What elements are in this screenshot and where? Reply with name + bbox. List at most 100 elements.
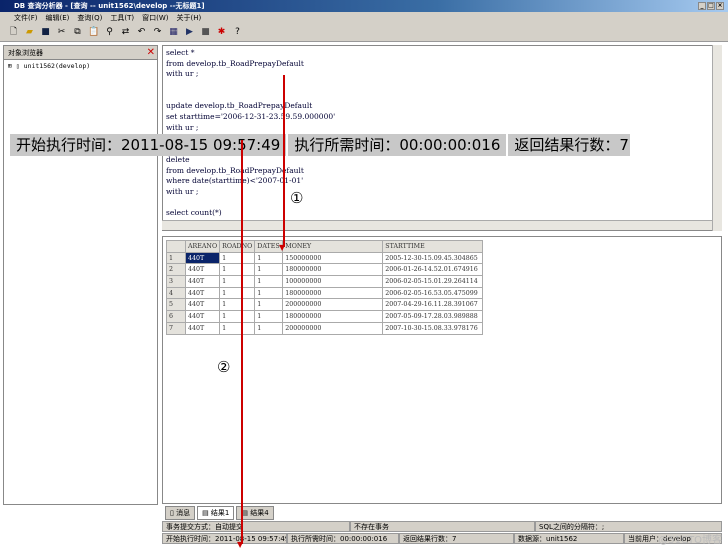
- commit-mode: 事务提交方式：自动提交: [162, 521, 350, 532]
- status-start-time: 开始执行时间：2011-08-15 09:57:49: [162, 533, 287, 544]
- cut-icon[interactable]: ✂: [56, 27, 67, 38]
- find-icon[interactable]: ⚲: [104, 27, 115, 38]
- table-cell[interactable]: 1: [254, 321, 284, 335]
- menu-about[interactable]: 关于(H): [177, 14, 202, 22]
- table-cell[interactable]: 200000000: [282, 321, 384, 335]
- table-cell[interactable]: 1: [254, 310, 284, 323]
- table-cell[interactable]: 2006-02-05-15.01.29.264114: [382, 275, 484, 288]
- table-cell[interactable]: 2007-05-09-17.28.03.989888: [382, 310, 484, 323]
- table-cell[interactable]: 180000000: [282, 286, 384, 300]
- column-header[interactable]: ROADNO: [219, 240, 256, 253]
- table-row[interactable]: 4 440T 1 1 180000000 2006-02-05-16.53.05.4750…: [166, 286, 484, 300]
- table-row[interactable]: 7 440T 1 1 200000000 2007-10-30-15.08.33.9781…: [166, 321, 484, 335]
- table-row[interactable]: 3 440T 1 1 100000000 2006-02-05-15.01.29.2641…: [166, 275, 484, 288]
- debug-icon[interactable]: ✱: [216, 27, 227, 38]
- table-cell[interactable]: 1: [254, 263, 284, 277]
- table-cell[interactable]: 2006-02-05-16.53.05.475099: [382, 286, 484, 300]
- annotation-arrow-2: [241, 140, 243, 544]
- column-header[interactable]: [166, 240, 186, 253]
- table-cell[interactable]: 180000000: [282, 263, 384, 277]
- table-cell[interactable]: 2007-04-29-16.11.28.391067: [382, 298, 484, 312]
- table-cell[interactable]: 150000000: [282, 251, 384, 265]
- editor-line: delete: [166, 154, 190, 164]
- table-cell[interactable]: 2: [166, 263, 186, 277]
- banner-elapsed-time: 执行所需时间：00:00:00:016: [288, 134, 509, 156]
- table-cell[interactable]: 1: [219, 310, 256, 323]
- tab-result1[interactable]: ▤ 结果1: [197, 506, 235, 520]
- save-icon[interactable]: ■: [40, 27, 51, 38]
- open-folder-icon[interactable]: ▰: [24, 27, 35, 38]
- horizontal-scrollbar[interactable]: [162, 220, 712, 230]
- table-cell[interactable]: 2005-12-30-15.09.45.304865: [382, 251, 484, 265]
- menu-file[interactable]: 文件(F): [14, 14, 38, 22]
- table-cell[interactable]: 1: [254, 251, 284, 265]
- table-cell[interactable]: 440T: [184, 275, 221, 288]
- table-cell[interactable]: 180000000: [282, 310, 384, 323]
- grid-icon[interactable]: ▦: [168, 27, 179, 38]
- tab-messages[interactable]: ▯ 消息: [165, 506, 196, 520]
- table-cell[interactable]: 1: [166, 251, 186, 265]
- column-header[interactable]: STARTTIME: [382, 240, 484, 253]
- table-cell[interactable]: 5: [166, 298, 186, 312]
- table-cell[interactable]: 100000000: [282, 275, 384, 288]
- table-cell[interactable]: 200000000: [282, 298, 384, 312]
- menu-tools[interactable]: 工具(T): [110, 14, 134, 22]
- menu-query[interactable]: 查询(Q): [77, 14, 102, 22]
- redo-icon[interactable]: ↷: [152, 27, 163, 38]
- table-cell[interactable]: 440T: [184, 286, 221, 300]
- help-icon[interactable]: ?: [232, 27, 243, 38]
- table-cell[interactable]: 440T: [184, 263, 221, 277]
- maximize-button[interactable]: □: [707, 2, 715, 10]
- table-cell[interactable]: 1: [219, 251, 256, 265]
- minimize-button[interactable]: _: [698, 2, 706, 10]
- menu-edit[interactable]: 编辑(E): [46, 14, 70, 22]
- new-file-icon[interactable]: 🗋: [8, 27, 19, 38]
- table-cell[interactable]: 1: [219, 298, 256, 312]
- table-row[interactable]: 2 440T 1 1 180000000 2006-01-26-14.52.01.6749…: [166, 263, 484, 277]
- toolbar: 🗋 ▰ ■ ✂ ⧉ 📋 ⚲ ⇄ ↶ ↷ ▦ ▶ ■ ✱?: [0, 24, 728, 42]
- menu-bar: 文件(F) 编辑(E) 查询(Q) 工具(T) 窗口(W) 关于(H): [0, 12, 728, 24]
- tree-item[interactable]: ⊞ ▯ unit1562(develop): [4, 60, 157, 72]
- table-cell[interactable]: 1: [219, 275, 256, 288]
- column-header[interactable]: MONEY: [282, 240, 384, 253]
- table-cell[interactable]: 7: [166, 321, 186, 335]
- table-cell[interactable]: 3: [166, 275, 186, 288]
- table-cell[interactable]: 2006-01-26-14.52.01.674916: [382, 263, 484, 277]
- annotation-arrow-1: [283, 75, 285, 247]
- table-cell[interactable]: 1: [254, 286, 284, 300]
- editor-line: from develop.tb_RoadPrepayDefault: [166, 58, 304, 68]
- table-cell[interactable]: 6: [166, 310, 186, 323]
- close-icon[interactable]: ✕: [147, 47, 155, 58]
- table-cell[interactable]: 1: [219, 263, 256, 277]
- results-grid: AREANO ROADNO DATES MONEY STARTTIME 1 440T 1 1 15…: [162, 236, 722, 504]
- table-row[interactable]: 6 440T 1 1 180000000 2007-05-09-17.28.03.9898…: [166, 310, 484, 323]
- close-button[interactable]: ×: [716, 2, 724, 10]
- copy-icon[interactable]: ⧉: [72, 27, 83, 38]
- vertical-scrollbar[interactable]: [712, 45, 722, 231]
- column-header[interactable]: AREANO: [184, 240, 221, 253]
- table-cell[interactable]: 1: [219, 321, 256, 335]
- table-cell[interactable]: 4: [166, 286, 186, 300]
- table-cell[interactable]: 440T: [184, 251, 221, 265]
- table-cell[interactable]: 440T: [184, 321, 221, 335]
- run-icon[interactable]: ▶: [184, 27, 195, 38]
- menu-window[interactable]: 窗口(W): [142, 14, 168, 22]
- replace-icon[interactable]: ⇄: [120, 27, 131, 38]
- table-cell[interactable]: 1: [219, 286, 256, 300]
- result-tabs: ▯ 消息 ▤ 结果1 ▤ 结果4: [165, 506, 274, 520]
- table-row[interactable]: 5 440T 1 1 200000000 2007-04-29-16.11.28.3910…: [166, 298, 484, 312]
- table-cell[interactable]: 440T: [184, 310, 221, 323]
- editor-line: with ur ;: [166, 122, 199, 132]
- table-cell[interactable]: 2007-10-30-15.08.33.978176: [382, 321, 484, 335]
- stop-icon[interactable]: ■: [200, 27, 211, 38]
- table-cell[interactable]: 440T: [184, 298, 221, 312]
- arrow-head-icon: ▼: [279, 243, 286, 252]
- table-cell[interactable]: 1: [254, 275, 284, 288]
- table-row[interactable]: 1 440T 1 1 150000000 2005-12-30-15.09.45.3048…: [166, 251, 484, 265]
- table-cell[interactable]: 1: [254, 298, 284, 312]
- undo-icon[interactable]: ↶: [136, 27, 147, 38]
- tree-item-label: unit1562(develop): [23, 62, 91, 70]
- paste-icon[interactable]: 📋: [88, 27, 99, 38]
